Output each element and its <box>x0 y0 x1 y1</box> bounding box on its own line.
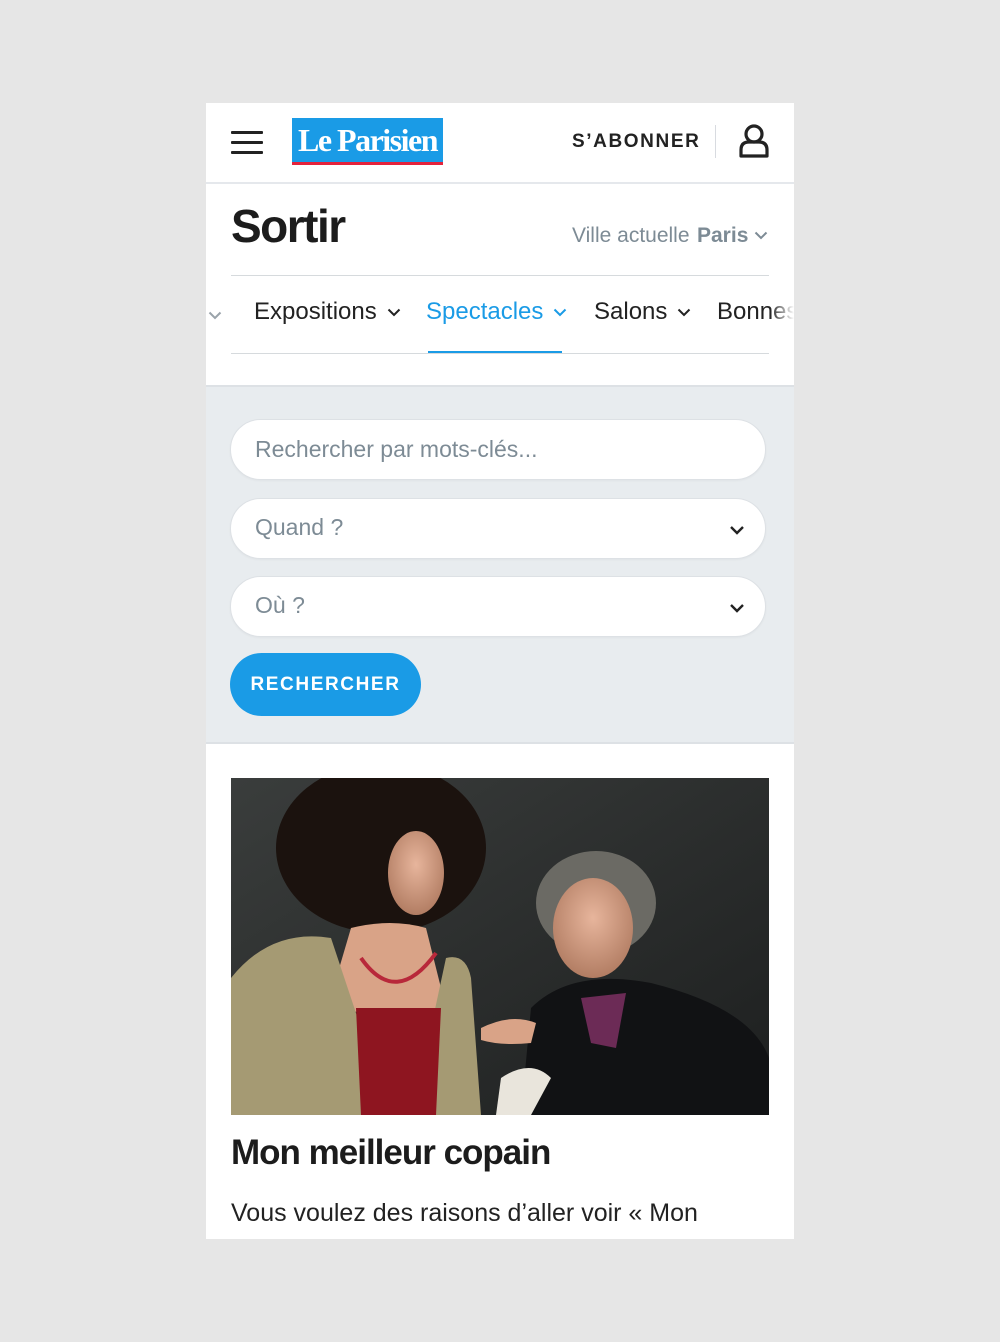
chevron-down-icon <box>730 526 744 535</box>
chevron-down-icon <box>678 308 691 317</box>
tab-spectacles[interactable]: Spectacles <box>426 298 567 326</box>
le-parisien-logo[interactable]: Le Parisien <box>292 118 443 165</box>
user-account-icon[interactable] <box>738 123 770 159</box>
chevron-down-icon[interactable] <box>754 231 768 240</box>
chevron-down-icon <box>208 311 222 320</box>
when-placeholder: Quand ? <box>255 514 344 540</box>
chevron-down-icon <box>387 308 400 317</box>
where-placeholder: Où ? <box>255 592 305 618</box>
divider <box>231 353 769 354</box>
keywords-field[interactable] <box>230 419 766 480</box>
category-tabs: Expositions Spectacles Salons Bonnes <box>206 276 794 354</box>
search-panel: Quand ? Où ? RECHERCHER <box>206 385 794 744</box>
header-divider <box>715 125 716 158</box>
theatre-photo <box>231 778 769 1115</box>
tab-label: Expositions <box>254 298 377 325</box>
top-header: Le Parisien S’ABONNER <box>206 103 794 184</box>
when-select[interactable]: Quand ? <box>230 498 766 559</box>
chevron-down-icon <box>554 308 567 317</box>
tab-label: Salons <box>594 298 668 325</box>
chevron-down-icon <box>730 604 744 613</box>
tab-salons[interactable]: Salons <box>594 298 691 326</box>
article-excerpt: Vous voulez des raisons d’aller voir « M… <box>231 1199 698 1227</box>
article-image[interactable] <box>231 778 769 1115</box>
where-select[interactable]: Où ? <box>230 576 766 637</box>
keywords-input[interactable] <box>231 420 765 479</box>
page-frame: Le Parisien S’ABONNER Sortir Ville actue… <box>206 103 794 1239</box>
tab-label: Spectacles <box>426 298 544 325</box>
subscribe-link[interactable]: S’ABONNER <box>572 131 700 153</box>
city-selector[interactable]: Paris <box>697 224 748 248</box>
page-title: Sortir <box>231 200 346 252</box>
scroll-fade <box>770 276 794 354</box>
tab-expositions[interactable]: Expositions <box>254 298 401 326</box>
search-button[interactable]: RECHERCHER <box>230 653 421 716</box>
hamburger-menu-icon[interactable] <box>231 131 263 155</box>
article-title[interactable]: Mon meilleur copain <box>231 1133 551 1173</box>
city-label: Ville actuelle <box>572 224 690 247</box>
